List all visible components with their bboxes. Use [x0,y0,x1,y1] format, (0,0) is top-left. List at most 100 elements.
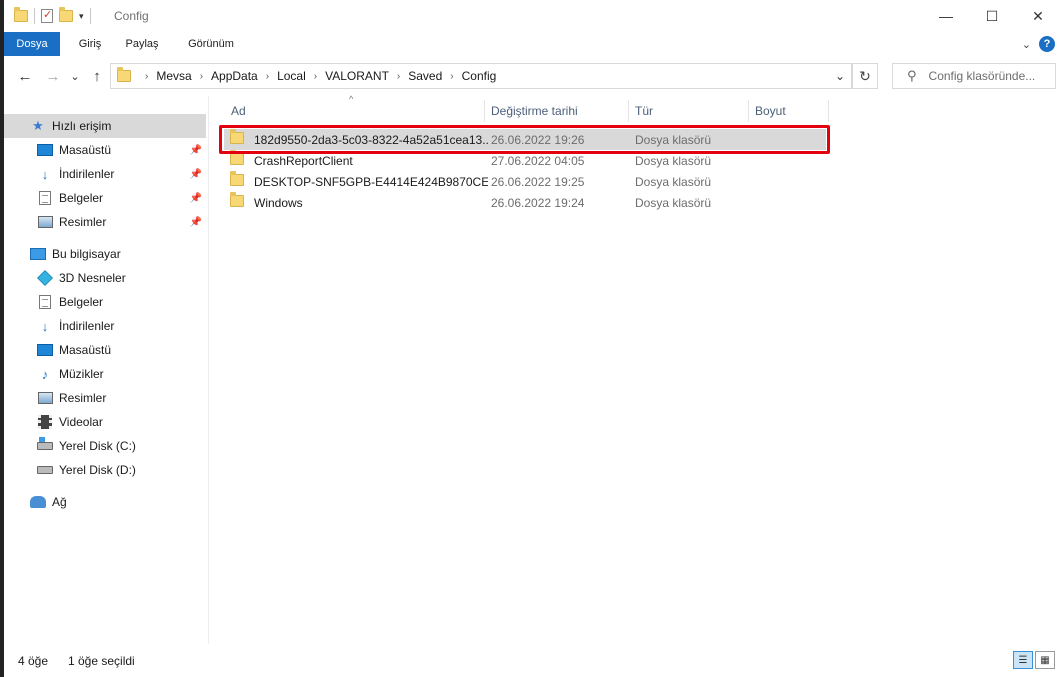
qat-separator [34,8,35,24]
file-date: 27.06.2022 04:05 [491,153,585,168]
sidebar-item-label: İndirilenler [59,319,115,333]
sidebar-item-this-pc[interactable]: Bu bilgisayar [4,242,206,266]
chevron-right-icon[interactable]: › [145,71,148,82]
breadcrumb-item[interactable]: AppData [211,69,258,83]
sidebar-item-music[interactable]: ♪ Müzikler [4,362,206,386]
title-bar: ▾ Config — ☐ ✕ [4,0,1061,32]
address-bar[interactable]: › Mevsa › AppData › Local › VALORANT › S… [110,63,852,89]
sidebar-item-downloads[interactable]: ↓ İndirilenler 📌 [4,162,206,186]
sidebar-item-videos[interactable]: Videolar [4,410,206,434]
table-row[interactable]: Windows 26.06.2022 19:24 Dosya klasörü [224,192,826,213]
close-button[interactable]: ✕ [1015,0,1061,32]
help-icon[interactable]: ? [1039,36,1055,52]
file-date: 26.06.2022 19:25 [491,174,585,189]
file-type: Dosya klasörü [635,174,712,189]
chevron-right-icon[interactable]: › [200,71,203,82]
pictures-icon [37,216,53,228]
minimize-button[interactable]: — [923,0,969,32]
sidebar-item-label: Masaüstü [59,143,112,157]
sidebar-item-documents[interactable]: Belgeler 📌 [4,186,206,210]
maximize-button[interactable]: ☐ [969,0,1015,32]
computer-icon [30,248,46,260]
pin-icon[interactable]: 📌 [190,169,202,180]
file-date: 26.06.2022 19:24 [491,195,585,210]
breadcrumb-item[interactable]: VALORANT [325,69,389,83]
column-headers: Ad Değiştirme tarihi Tür Boyut [214,100,834,122]
sidebar-item-pictures[interactable]: Resimler 📌 [4,210,206,234]
column-header-size[interactable]: Boyut [748,100,828,122]
column-divider[interactable] [828,100,829,122]
file-explorer-window: ▾ Config — ☐ ✕ Dosya Giriş Paylaş Görünü… [4,0,1061,677]
sidebar-item-label: İndirilenler [59,167,115,181]
chevron-right-icon[interactable]: › [397,71,400,82]
address-dropdown-icon[interactable]: ⌄ [829,64,851,88]
download-icon: ↓ [41,166,49,182]
quick-access-toolbar: ▾ [14,7,91,25]
sidebar-item-label: Yerel Disk (C:) [59,439,136,453]
expand-ribbon-icon[interactable]: ⌄ [1022,38,1031,51]
videos-icon [38,415,52,429]
desktop-icon [37,144,53,156]
sidebar-item-disk-d[interactable]: Yerel Disk (D:) [4,458,206,482]
pin-icon[interactable]: 📌 [190,193,202,204]
folder-icon [117,67,131,82]
breadcrumb-item[interactable]: Mevsa [156,69,191,83]
pane-divider[interactable] [208,96,209,644]
chevron-right-icon[interactable]: › [314,71,317,82]
navigation-pane: ★ Hızlı erişim Masaüstü 📌 ↓ İndirilenler… [4,96,208,644]
item-count: 4 öğe [18,654,49,668]
window-controls: — ☐ ✕ [923,0,1061,32]
forward-arrow-icon[interactable]: → [44,66,62,86]
refresh-button[interactable]: ↻ [852,63,878,89]
sidebar-item-desktop[interactable]: Masaüstü 📌 [4,138,206,162]
properties-icon[interactable] [41,8,53,23]
breadcrumb-item[interactable]: Local [277,69,306,83]
sidebar-item-downloads-pc[interactable]: ↓ İndirilenler [4,314,206,338]
search-input[interactable]: ⚲ Config klasöründe... [892,63,1056,89]
3d-objects-icon [37,270,53,286]
sidebar-item-quick-access[interactable]: ★ Hızlı erişim [4,114,206,138]
folder-icon [230,171,244,186]
pin-icon[interactable]: 📌 [190,217,202,228]
folder-icon [230,150,244,165]
music-icon: ♪ [41,366,49,382]
breadcrumb-item[interactable]: Config [462,69,497,83]
download-icon: ↓ [41,318,49,334]
red-highlight-box [219,125,830,154]
sidebar-item-label: Belgeler [59,295,104,309]
sidebar-item-pictures-pc[interactable]: Resimler [4,386,206,410]
sidebar-item-label: Resimler [59,215,107,229]
navigation-bar: ← → ⌄ ↑ › Mevsa › AppData › Local › VALO… [4,60,1061,92]
column-header-date[interactable]: Değiştirme tarihi [484,100,628,122]
sidebar-item-disk-c[interactable]: Yerel Disk (C:) [4,434,206,458]
folder-icon [14,7,28,22]
tab-view[interactable]: Görünüm [180,32,242,56]
chevron-right-icon[interactable]: › [450,71,453,82]
sidebar-item-documents-pc[interactable]: Belgeler [4,290,206,314]
pin-icon[interactable]: 📌 [190,145,202,156]
file-name: Windows [254,195,303,210]
tab-file[interactable]: Dosya [4,32,60,56]
column-header-type[interactable]: Tür [628,100,748,122]
large-icons-view-icon[interactable]: ▦ [1035,651,1055,669]
details-view-icon[interactable]: ☰ [1013,651,1033,669]
chevron-right-icon[interactable]: › [266,71,269,82]
tab-share[interactable]: Paylaş [120,32,164,56]
table-row[interactable]: DESKTOP-SNF5GPB-E4414E424B9870CE4... 26.… [224,171,826,192]
recent-locations-icon[interactable]: ⌄ [66,66,84,86]
window-title: Config [114,9,149,23]
sidebar-item-network[interactable]: Ağ [4,490,206,514]
sidebar-item-desktop-pc[interactable]: Masaüstü [4,338,206,362]
breadcrumb-item[interactable]: Saved [408,69,442,83]
sidebar-item-3d-objects[interactable]: 3D Nesneler [4,266,206,290]
column-header-name[interactable]: Ad [224,100,480,122]
folder-icon [230,192,244,207]
new-folder-icon[interactable] [59,7,73,22]
sidebar-item-label: Ağ [52,495,67,509]
sidebar-item-label: Müzikler [59,367,104,381]
sidebar-item-label: Yerel Disk (D:) [59,463,136,477]
back-arrow-icon[interactable]: ← [16,66,34,86]
tab-home[interactable]: Giriş [70,32,110,56]
qat-customize-icon[interactable]: ▾ [79,11,84,22]
up-arrow-icon[interactable]: ↑ [88,66,106,86]
